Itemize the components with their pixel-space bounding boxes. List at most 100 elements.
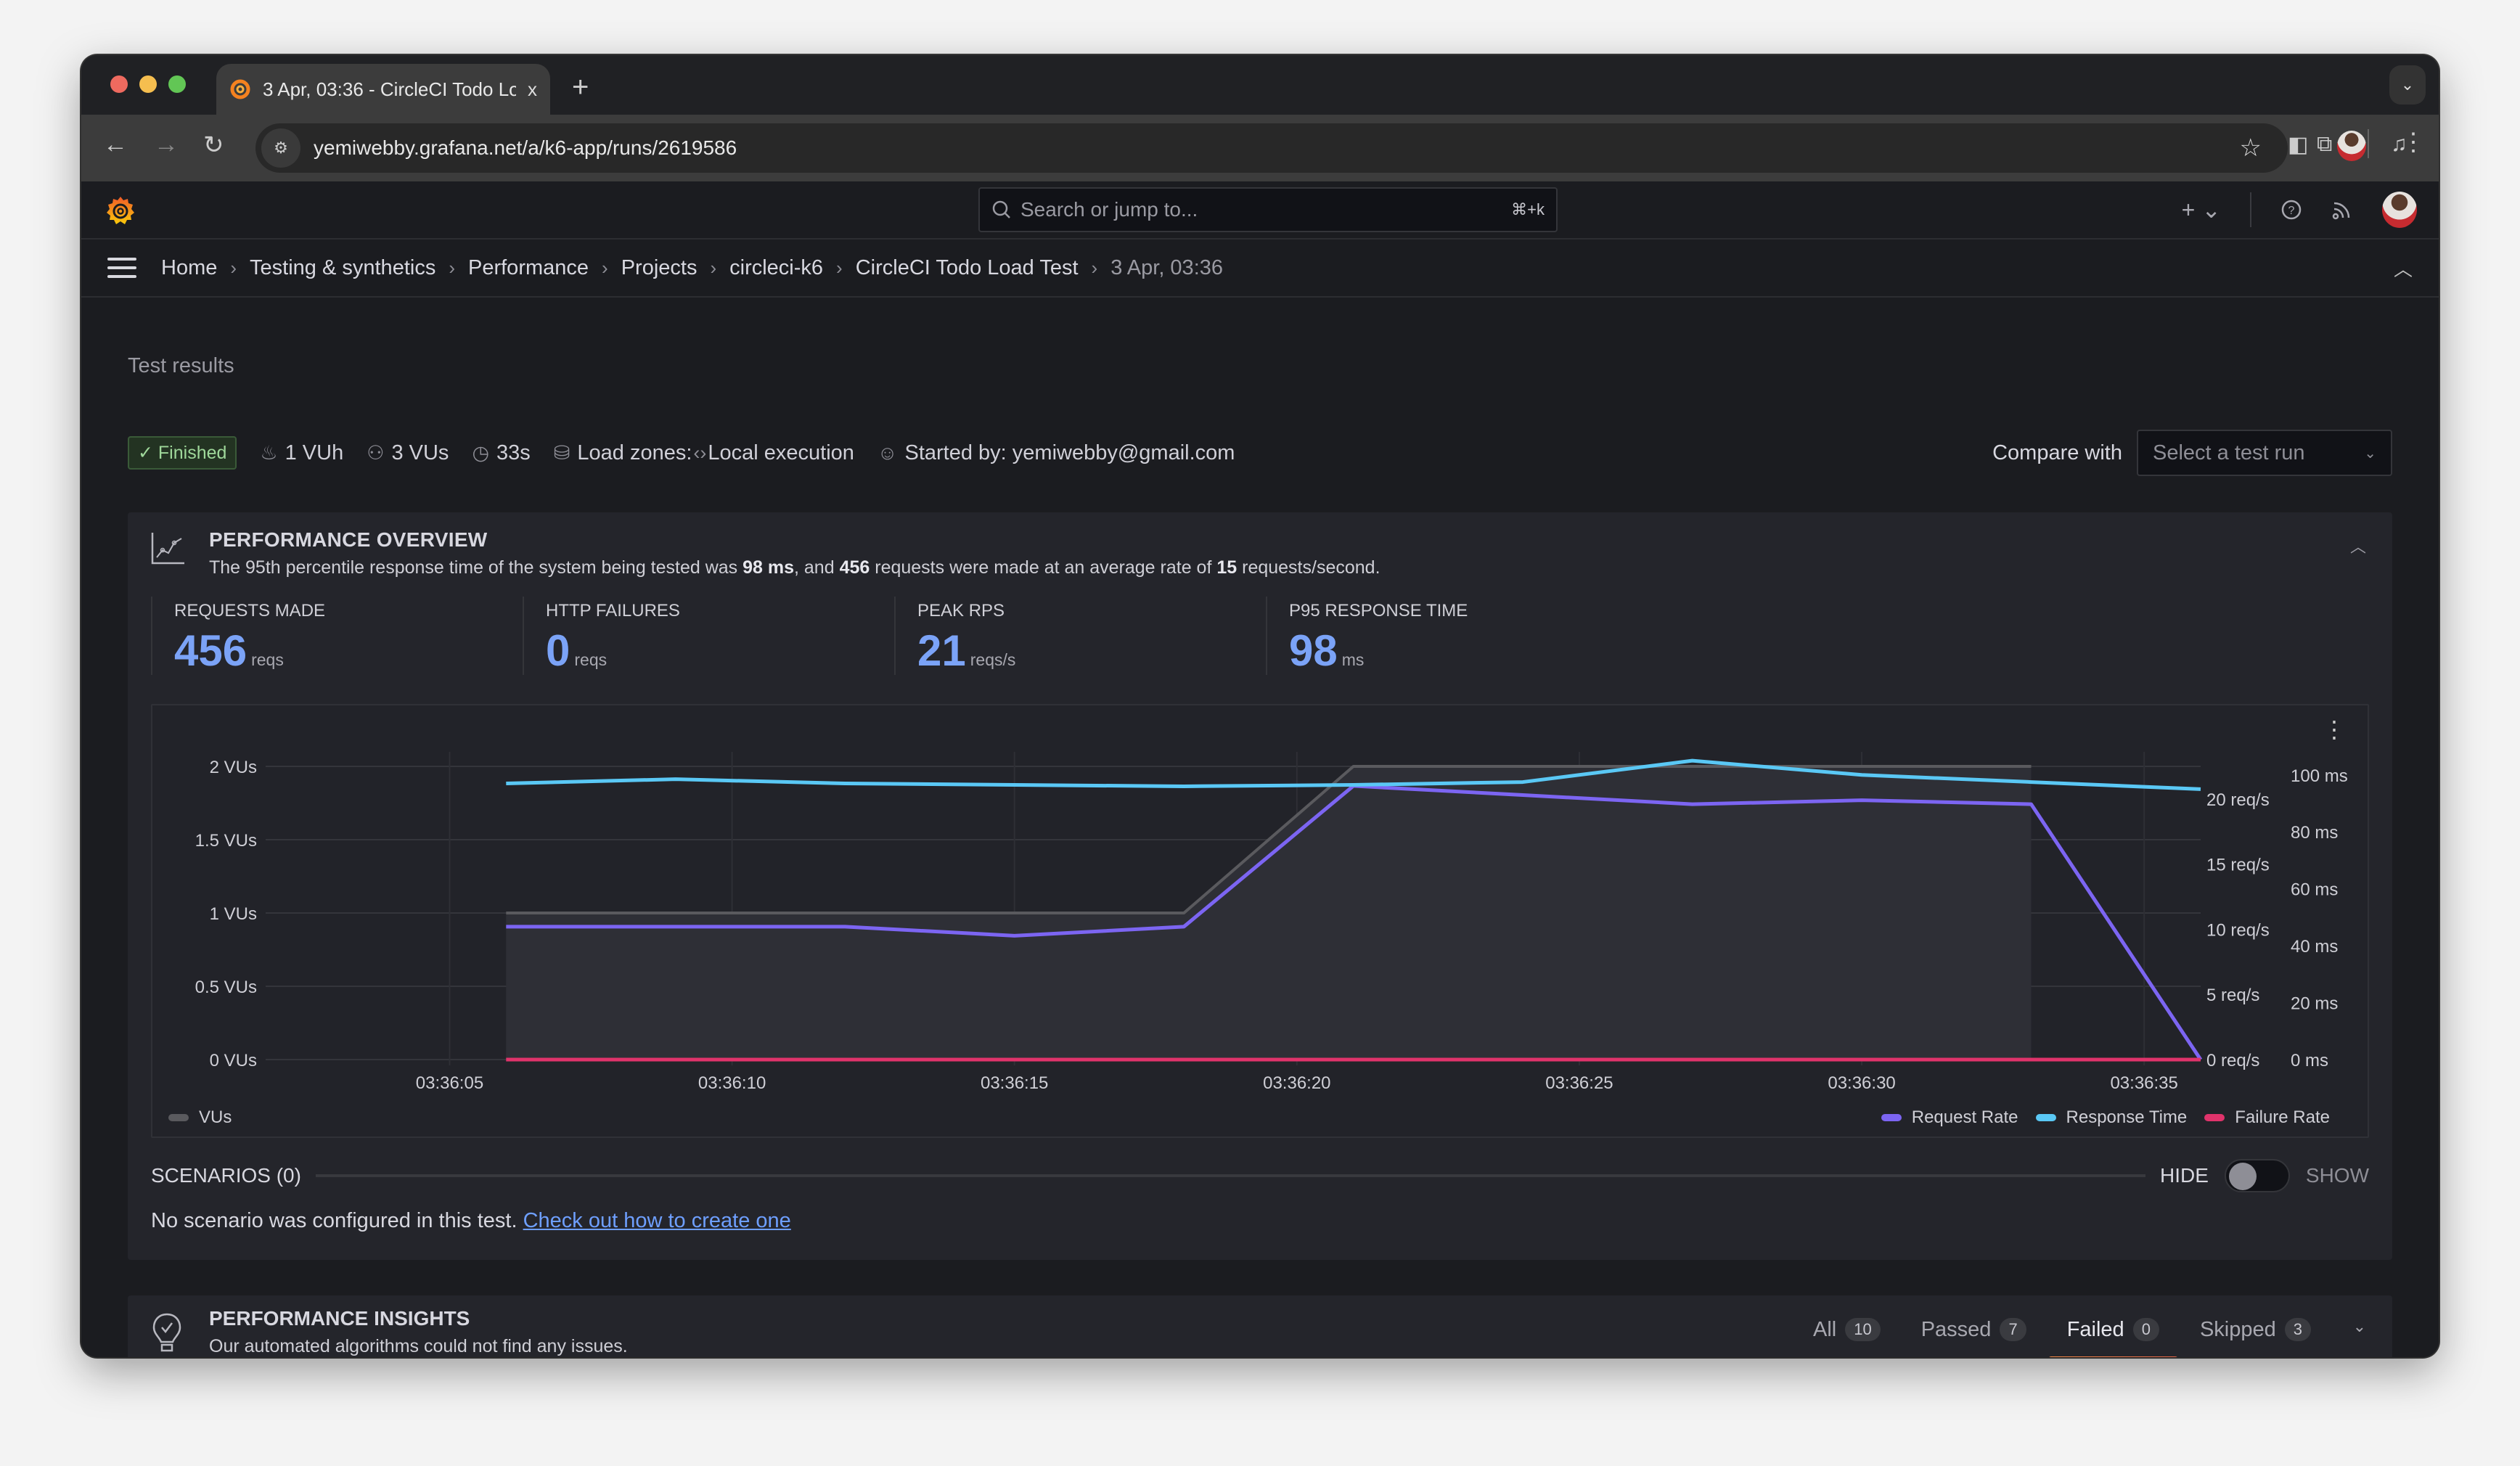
minimize-window-button[interactable] bbox=[139, 75, 157, 93]
address-bar[interactable]: ⚙ yemiwebby.grafana.net/a/k6-app/runs/26… bbox=[255, 123, 2288, 173]
user-icon: ☺ bbox=[877, 441, 898, 464]
insights-tabs: All 10 Passed 7 Failed 0 Skipped 3 bbox=[1813, 1311, 2311, 1357]
extensions-icon[interactable]: ⧉ bbox=[2317, 132, 2332, 157]
stat-value: 21 bbox=[917, 626, 966, 675]
y-tick-label-ms: 100 ms bbox=[2291, 766, 2348, 786]
status-badge: ✓ Finished bbox=[128, 436, 237, 470]
stat-unit: reqs bbox=[574, 650, 608, 669]
breadcrumb-project[interactable]: circleci-k6 bbox=[729, 256, 823, 280]
breadcrumb-separator: › bbox=[710, 256, 717, 279]
tab-passed[interactable]: Passed 7 bbox=[1921, 1311, 2026, 1348]
tab-close-icon[interactable]: x bbox=[528, 78, 537, 101]
side-panel-icon[interactable]: ◧ bbox=[2288, 132, 2308, 157]
stat-unit: reqs bbox=[251, 650, 284, 669]
svg-text:?: ? bbox=[2288, 205, 2295, 217]
y-tick-label-left: 1.5 VUs bbox=[195, 831, 257, 851]
tab-label: All bbox=[1812, 1317, 1837, 1341]
x-tick-label: 03:36:35 bbox=[2110, 1073, 2177, 1093]
toolbar-divider bbox=[2368, 129, 2369, 158]
y-tick-label-left: 0.5 VUs bbox=[195, 978, 257, 997]
database-icon: ⛁ bbox=[553, 441, 570, 464]
create-scenario-link[interactable]: Check out how to create one bbox=[523, 1209, 791, 1232]
news-feed-icon[interactable] bbox=[2331, 199, 2353, 221]
insights-subtitle: Our automated algorithms could not find … bbox=[209, 1336, 628, 1356]
load-zones-item: ⛁ Load zones: ‹› Local execution bbox=[554, 441, 854, 465]
window-content-layer: ◧ ⋮ Search or jump to... ⌘+k + ⌄ ? Home … bbox=[81, 55, 2439, 1357]
legend-label: Failure Rate bbox=[2235, 1107, 2330, 1127]
back-icon[interactable]: ← bbox=[103, 131, 128, 159]
stat-peak-rps: PEAK RPS 21 reqs/s bbox=[894, 597, 1266, 675]
x-tick-label: 03:36:30 bbox=[1828, 1073, 1895, 1093]
legend-swatch bbox=[168, 1114, 189, 1121]
status-text: Finished bbox=[158, 443, 227, 463]
breadcrumb-performance[interactable]: Performance bbox=[468, 256, 589, 280]
add-new-button[interactable]: + ⌄ bbox=[2182, 196, 2221, 224]
line-chart-icon bbox=[151, 533, 184, 565]
help-icon[interactable]: ? bbox=[2280, 199, 2302, 221]
reload-icon[interactable]: ↻ bbox=[203, 131, 224, 160]
tab-count: 10 bbox=[1845, 1318, 1881, 1341]
tab-search-button[interactable]: ⌄ bbox=[2389, 65, 2426, 105]
stat-requests-made: REQUESTS MADE 456 reqs bbox=[151, 597, 523, 675]
grafana-search-input[interactable]: Search or jump to... ⌘+k bbox=[978, 187, 1558, 232]
tab-all[interactable]: All 10 bbox=[1813, 1311, 1881, 1348]
legend-item[interactable]: Failure Rate bbox=[2204, 1107, 2330, 1128]
breadcrumb-projects[interactable]: Projects bbox=[621, 256, 698, 280]
summary-p95: 98 ms bbox=[742, 557, 795, 578]
url-text[interactable]: yemiwebby.grafana.net/a/k6-app/runs/2619… bbox=[314, 136, 737, 160]
legend-item[interactable]: Response Time bbox=[2035, 1107, 2187, 1128]
new-tab-button[interactable]: + bbox=[572, 71, 589, 104]
legend-label: VUs bbox=[199, 1107, 232, 1127]
compare-label: Compare with bbox=[1992, 441, 2122, 464]
browser-profile-avatar[interactable] bbox=[2337, 131, 2366, 161]
expand-insights-icon[interactable]: ⌄ bbox=[2353, 1317, 2366, 1336]
tab-skipped[interactable]: Skipped 3 bbox=[2200, 1311, 2311, 1348]
legend-item[interactable]: Request Rate bbox=[1881, 1107, 2018, 1128]
bookmark-star-icon[interactable]: ☆ bbox=[2240, 134, 2262, 163]
breadcrumb-current-run: 3 Apr, 03:36 bbox=[1110, 255, 1224, 279]
forward-icon[interactable]: → bbox=[154, 131, 179, 159]
code-icon: ‹› bbox=[693, 441, 707, 464]
grafana-logo-icon[interactable] bbox=[105, 194, 136, 226]
topbar-actions: + ⌄ ? bbox=[2182, 192, 2417, 228]
tab-label: Skipped bbox=[2199, 1317, 2276, 1341]
stat-value: 98 bbox=[1289, 626, 1338, 675]
breadcrumb-testing-synthetics[interactable]: Testing & synthetics bbox=[250, 256, 435, 280]
scenarios-header: SCENARIOS (0) HIDE SHOW bbox=[151, 1159, 2369, 1192]
run-meta: ✓ Finished ♨ 1 VUh ⚇ 3 VUs ◷ 33s ⛁ Load zone… bbox=[128, 435, 1235, 471]
y-tick-label-left: 0 VUs bbox=[210, 1051, 257, 1070]
y-tick-label-rps: 20 req/s bbox=[2206, 790, 2270, 810]
chevron-down-icon: ⌄ bbox=[2364, 445, 2376, 462]
menu-toggle-icon[interactable] bbox=[107, 258, 136, 278]
chart-menu-icon[interactable]: ⋮ bbox=[2323, 716, 2346, 743]
compare-test-run-select[interactable]: Select a test run ⌄ bbox=[2137, 430, 2392, 476]
summary-rate: 15 bbox=[1216, 557, 1238, 578]
search-placeholder: Search or jump to... bbox=[1020, 198, 1198, 221]
legend-left: VUs bbox=[168, 1107, 232, 1128]
y-tick-label-ms: 80 ms bbox=[2291, 823, 2338, 843]
user-avatar[interactable] bbox=[2382, 192, 2417, 228]
collapse-header-icon[interactable]: ︿ bbox=[2394, 255, 2413, 282]
x-tick-label: 03:36:25 bbox=[1545, 1073, 1613, 1093]
keyboard-shortcut-hint: ⌘+k bbox=[1511, 200, 1545, 218]
hide-label: HIDE bbox=[2159, 1164, 2209, 1187]
stat-http-failures: HTTP FAILURES 0 reqs bbox=[523, 597, 894, 675]
breadcrumb-home[interactable]: Home bbox=[161, 256, 217, 280]
breadcrumb-test[interactable]: CircleCI Todo Load Test bbox=[856, 256, 1079, 280]
tab-count: 7 bbox=[2000, 1318, 2026, 1341]
browser-menu-icon[interactable]: ⋮ bbox=[2401, 128, 2426, 157]
show-label: SHOW bbox=[2305, 1164, 2369, 1187]
x-tick-label: 03:36:15 bbox=[981, 1073, 1048, 1093]
legend-item[interactable]: VUs bbox=[168, 1107, 232, 1128]
stat-label: REQUESTS MADE bbox=[174, 601, 326, 621]
summary-text: requests/second. bbox=[1237, 557, 1380, 578]
collapse-panel-icon[interactable]: ︿ bbox=[2350, 534, 2366, 557]
tab-strip: 3 Apr, 03:36 - CircleCI Todo Load Test x… bbox=[81, 55, 2439, 115]
browser-tab[interactable]: 3 Apr, 03:36 - CircleCI Todo Load Test x bbox=[216, 64, 550, 115]
close-window-button[interactable] bbox=[110, 75, 128, 93]
stat-unit: ms bbox=[1341, 650, 1365, 669]
maximize-window-button[interactable] bbox=[168, 75, 186, 93]
tab-failed[interactable]: Failed 0 bbox=[2048, 1311, 2179, 1357]
scenarios-toggle[interactable] bbox=[2224, 1159, 2290, 1192]
site-info-icon[interactable]: ⚙ bbox=[261, 128, 300, 168]
